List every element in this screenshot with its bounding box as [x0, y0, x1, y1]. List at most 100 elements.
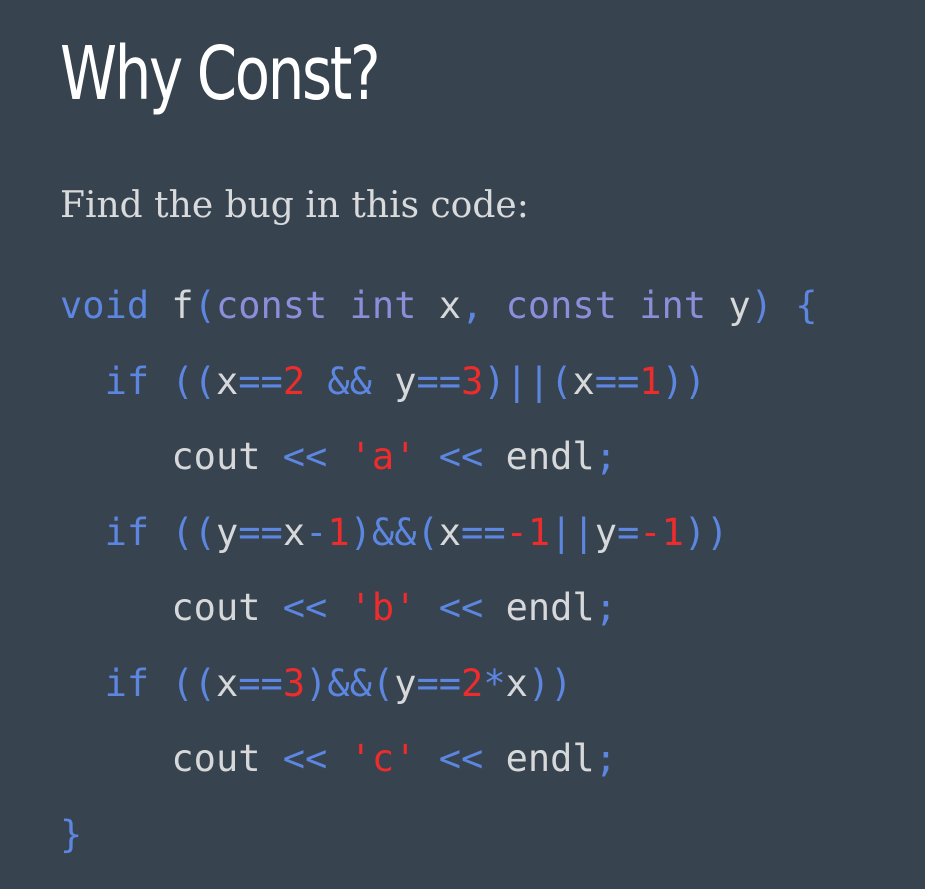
- code-keyword: if: [104, 359, 150, 403]
- code-punctuation: ((: [171, 510, 216, 554]
- code-punctuation: )): [683, 510, 729, 554]
- slide-title: Why Const?: [60, 31, 381, 117]
- code-line: if ((x==3)&&(y==2*x)): [60, 656, 817, 732]
- code-identifier: endl: [505, 737, 595, 780]
- code-identifier: x: [215, 661, 239, 705]
- code-punctuation: ;: [594, 737, 617, 780]
- code-number: -1: [639, 510, 684, 554]
- code-punctuation: <<: [438, 586, 484, 629]
- code-identifier: cout: [171, 586, 261, 629]
- code-identifier: cout: [171, 435, 261, 478]
- code-number: 2: [461, 661, 484, 705]
- code-identifier: x: [282, 510, 306, 554]
- code-punctuation: ==: [416, 359, 462, 403]
- code-number: -1: [505, 510, 551, 554]
- code-identifier: x: [572, 359, 595, 403]
- code-identifier: endl: [505, 435, 595, 478]
- code-punctuation: ((: [171, 661, 216, 705]
- code-line: if ((x==2 && y==3)||(x==1)): [60, 354, 817, 430]
- code-identifier: x: [438, 510, 462, 554]
- code-number: 2: [282, 359, 306, 403]
- code-line: }: [60, 807, 817, 883]
- code-punctuation: <<: [282, 586, 328, 629]
- code-number: 3: [461, 359, 484, 403]
- code-type: const: [505, 284, 617, 327]
- code-line: cout << 'c' << endl;: [60, 731, 817, 807]
- code-identifier: x: [215, 359, 239, 403]
- code-punctuation: )||(: [483, 359, 573, 403]
- code-punctuation: <<: [282, 435, 328, 478]
- code-punctuation: ,: [461, 284, 484, 327]
- code-identifier: y: [594, 510, 618, 554]
- code-punctuation: ==: [238, 359, 283, 403]
- code-punctuation: <<: [438, 435, 484, 478]
- code-punctuation: ;: [594, 586, 617, 629]
- code-string: 'a': [349, 435, 417, 478]
- code-identifier: y: [215, 510, 239, 554]
- code-punctuation: }: [60, 812, 83, 856]
- code-string: 'b': [349, 586, 417, 629]
- code-identifier: f: [171, 284, 194, 327]
- code-punctuation: ||: [550, 510, 595, 554]
- code-identifier: endl: [505, 586, 595, 629]
- code-line: cout << 'a' << endl;: [60, 429, 817, 505]
- code-punctuation: (: [193, 284, 216, 327]
- code-line: void f(const int x, const int y) {: [60, 278, 817, 354]
- code-punctuation: ==: [461, 510, 506, 554]
- code-punctuation: *: [483, 661, 506, 705]
- code-punctuation: ==: [238, 510, 283, 554]
- code-punctuation: )): [527, 661, 573, 705]
- code-punctuation: =: [617, 510, 640, 554]
- code-number: 1: [639, 359, 662, 403]
- code-number: 3: [282, 661, 306, 705]
- code-block: void f(const int x, const int y) { if ((…: [60, 278, 817, 882]
- code-line: cout << 'b' << endl;: [60, 580, 817, 656]
- code-string: 'c': [349, 737, 417, 780]
- code-identifier: y: [728, 284, 751, 327]
- code-punctuation: ==: [238, 661, 283, 705]
- code-punctuation: &&: [327, 359, 372, 403]
- code-type: int: [349, 284, 417, 327]
- code-identifier: y: [394, 359, 417, 403]
- code-number: 1: [327, 510, 350, 554]
- code-punctuation: )&&(: [305, 661, 395, 705]
- code-identifier: x: [505, 661, 528, 705]
- slide: Why Const? Find the bug in this code: vo…: [0, 0, 925, 889]
- code-keyword: if: [104, 510, 150, 554]
- code-punctuation: ;: [594, 435, 617, 478]
- code-identifier: cout: [171, 737, 261, 780]
- code-punctuation: ==: [594, 359, 640, 403]
- code-type: int: [639, 284, 707, 327]
- slide-subtitle: Find the bug in this code:: [60, 185, 529, 226]
- code-punctuation: {: [795, 284, 818, 327]
- code-keyword: if: [104, 661, 150, 705]
- code-punctuation: )): [661, 359, 707, 403]
- code-line: if ((y==x-1)&&(x==-1||y=-1)): [60, 505, 817, 581]
- code-punctuation: <<: [438, 737, 484, 780]
